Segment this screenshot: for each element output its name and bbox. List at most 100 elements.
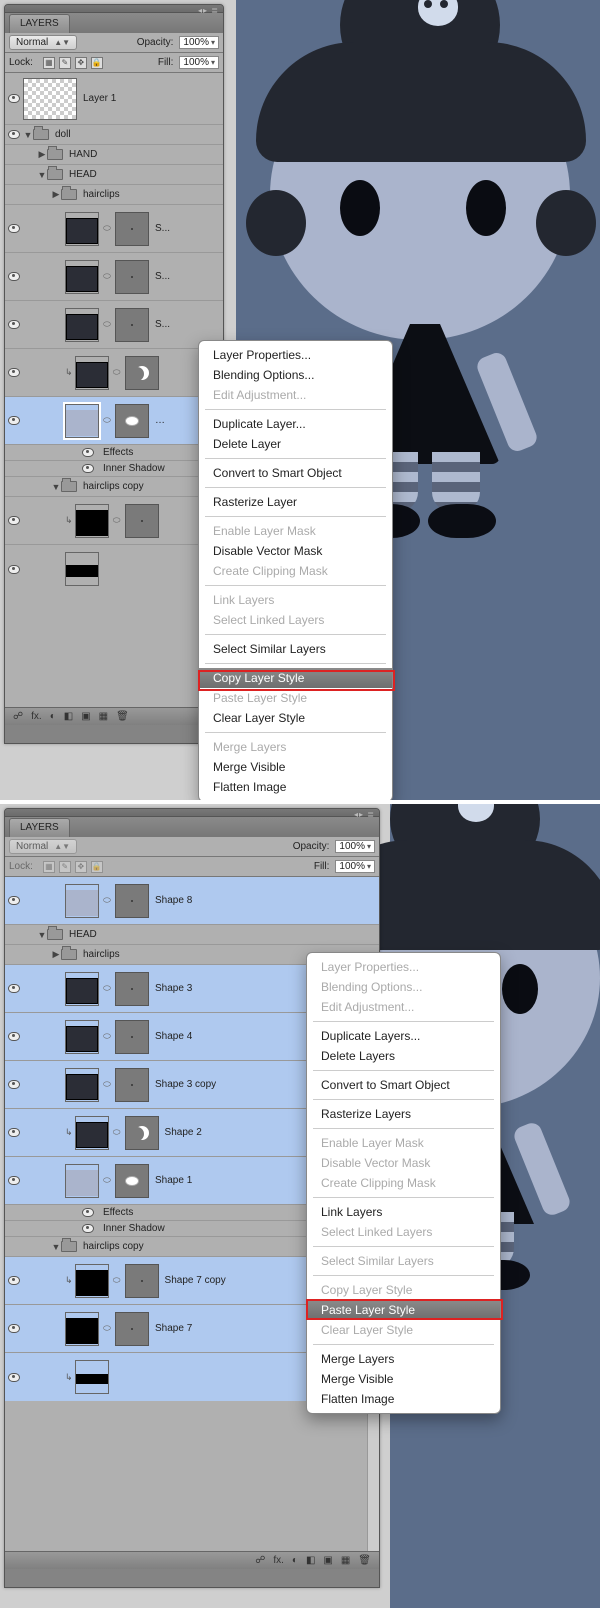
link-icon[interactable]: ⬭ (113, 1275, 121, 1286)
visibility-icon[interactable] (8, 1324, 20, 1333)
layer-label[interactable]: Shape 3 (155, 983, 192, 994)
menu-item-convert-smart-object[interactable]: Convert to Smart Object (199, 463, 392, 483)
disclosure-icon[interactable]: ▼ (37, 930, 47, 940)
visibility-icon[interactable] (8, 1080, 20, 1089)
visibility-icon[interactable] (8, 320, 20, 329)
add-mask-icon[interactable]: ◐ (50, 711, 56, 722)
visibility-icon[interactable] (82, 464, 94, 473)
visibility-icon[interactable] (8, 516, 20, 525)
group-row-head[interactable]: ▼ HEAD (5, 165, 223, 185)
layer-label[interactable]: S... (155, 271, 170, 282)
group-row-doll[interactable]: ▼ doll (5, 125, 223, 145)
visibility-icon[interactable] (8, 1276, 20, 1285)
layer-label[interactable]: Shape 4 (155, 1031, 192, 1042)
layer-label[interactable]: Shape 7 copy (165, 1275, 226, 1286)
adjustment-layer-icon[interactable]: ◧ (306, 1555, 315, 1566)
disclosure-icon[interactable]: ▼ (23, 130, 33, 140)
layer-label[interactable]: S... (155, 223, 170, 234)
layer-row-shape8[interactable]: ⬭ Shape 8 (5, 877, 379, 925)
layer-row-shape[interactable]: ⬭ S... (5, 205, 223, 253)
menu-item-duplicate-layers[interactable]: Duplicate Layers... (307, 1026, 500, 1046)
link-icon[interactable]: ⬭ (103, 1079, 111, 1090)
menu-item-paste-layer-style[interactable]: Paste Layer Style (307, 1300, 500, 1320)
visibility-icon[interactable] (8, 565, 20, 574)
link-icon[interactable]: ⬭ (103, 415, 111, 426)
panel-menu-icon[interactable]: ◂▸ ≣ (198, 6, 219, 15)
disclosure-icon[interactable]: ▼ (37, 170, 47, 180)
lock-move-icon[interactable]: ✥ (75, 57, 87, 69)
menu-item-flatten-image[interactable]: Flatten Image (307, 1389, 500, 1409)
menu-item-delete-layer[interactable]: Delete Layer (199, 434, 392, 454)
menu-item-rasterize-layers[interactable]: Rasterize Layers (307, 1104, 500, 1124)
group-row-hairclips[interactable]: ▶ hairclips (5, 185, 223, 205)
visibility-icon[interactable] (8, 368, 20, 377)
group-label[interactable]: HEAD (69, 169, 97, 180)
fill-input[interactable]: 100%▾ (335, 860, 375, 873)
menu-item-link-layers[interactable]: Link Layers (307, 1202, 500, 1222)
group-label[interactable]: doll (55, 129, 71, 140)
menu-item-delete-layers[interactable]: Delete Layers (307, 1046, 500, 1066)
menu-item-duplicate-layer[interactable]: Duplicate Layer... (199, 414, 392, 434)
fx-row-inner-shadow[interactable]: Inner Shadow (5, 461, 223, 477)
visibility-icon[interactable] (82, 1208, 94, 1217)
menu-item-clear-layer-style[interactable]: Clear Layer Style (199, 708, 392, 728)
layer-row-shape[interactable]: ⬭ S... (5, 253, 223, 301)
opacity-input[interactable]: 100%▾ (179, 36, 219, 49)
layer-row-shape-clipped[interactable]: ↳ ⬭ (5, 349, 223, 397)
adjustment-layer-icon[interactable]: ◧ (64, 711, 73, 722)
disclosure-icon[interactable]: ▼ (51, 482, 61, 492)
link-icon[interactable]: ⬭ (103, 1175, 111, 1186)
menu-item-convert-smart-object[interactable]: Convert to Smart Object (307, 1075, 500, 1095)
disclosure-icon[interactable]: ▼ (51, 1242, 61, 1252)
lock-transparent-icon[interactable]: ▦ (43, 57, 55, 69)
layers-tab[interactable]: LAYERS (9, 818, 70, 837)
group-row-hairclips-copy[interactable]: ▼ hairclips copy (5, 477, 223, 497)
link-icon[interactable]: ⬭ (103, 223, 111, 234)
layer-row-shape[interactable] (5, 545, 223, 593)
layer-label[interactable]: Shape 2 (165, 1127, 202, 1138)
link-icon[interactable]: ⬭ (113, 515, 121, 526)
group-label[interactable]: hairclips (83, 949, 120, 960)
menu-item-blending-options[interactable]: Blending Options... (199, 365, 392, 385)
disclosure-icon[interactable]: ▶ (51, 189, 61, 200)
group-label[interactable]: hairclips copy (83, 1241, 144, 1252)
menu-item-copy-layer-style[interactable]: Copy Layer Style (199, 668, 392, 688)
fx-row-effects[interactable]: Effects (5, 445, 223, 461)
link-icon[interactable]: ⬭ (103, 271, 111, 282)
lock-transparent-icon[interactable]: ▦ (43, 861, 55, 873)
fill-input[interactable]: 100%▾ (179, 56, 219, 69)
visibility-icon[interactable] (8, 1128, 20, 1137)
visibility-icon[interactable] (8, 94, 20, 103)
link-icon[interactable]: ⬭ (103, 1031, 111, 1042)
layer-row-layer1[interactable]: Layer 1 (5, 73, 223, 125)
opacity-input[interactable]: 100%▾ (335, 840, 375, 853)
menu-item-merge-layers[interactable]: Merge Layers (307, 1349, 500, 1369)
layer-label[interactable]: Shape 1 (155, 1175, 192, 1186)
visibility-icon[interactable] (8, 984, 20, 993)
visibility-icon[interactable] (82, 1224, 94, 1233)
menu-item-select-similar[interactable]: Select Similar Layers (199, 639, 392, 659)
blend-mode-dropdown[interactable]: Normal▲▼ (9, 839, 77, 854)
lock-all-icon[interactable]: 🔒 (91, 57, 103, 69)
new-layer-icon[interactable]: ▦ (99, 711, 108, 722)
disclosure-icon[interactable]: ▶ (37, 149, 47, 160)
visibility-icon[interactable] (8, 272, 20, 281)
layer-label[interactable]: … (155, 415, 165, 426)
link-layers-icon[interactable]: ☍ (255, 1555, 265, 1566)
group-row-head[interactable]: ▼ HEAD (5, 925, 379, 945)
trash-icon[interactable]: 🗑 (116, 711, 129, 722)
panel-menu-icon[interactable]: ◂▸ ≣ (354, 810, 375, 819)
menu-item-merge-visible[interactable]: Merge Visible (307, 1369, 500, 1389)
new-group-icon[interactable]: ▣ (323, 1555, 332, 1566)
link-icon[interactable]: ⬭ (103, 983, 111, 994)
layer-row-shape-selected[interactable]: ⬭ … (5, 397, 223, 445)
layer-row-shape[interactable]: ⬭ S... (5, 301, 223, 349)
group-label[interactable]: HEAD (69, 929, 97, 940)
link-icon[interactable]: ⬭ (113, 367, 121, 378)
add-mask-icon[interactable]: ◐ (292, 1555, 298, 1566)
fx-button-icon[interactable]: fx. (273, 1555, 284, 1566)
new-layer-icon[interactable]: ▦ (341, 1555, 350, 1566)
link-icon[interactable]: ⬭ (103, 1323, 111, 1334)
fx-button-icon[interactable]: fx. (31, 711, 42, 722)
link-layers-icon[interactable]: ☍ (13, 711, 23, 722)
